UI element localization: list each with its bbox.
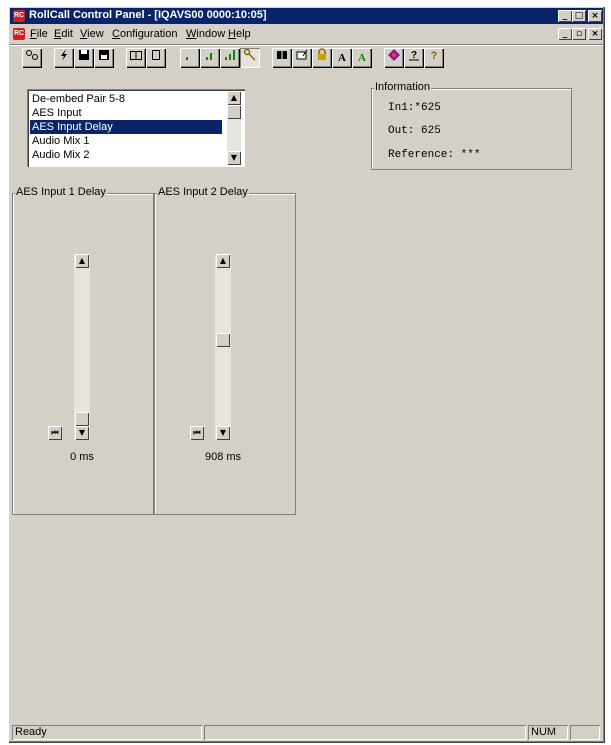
book-icon[interactable] <box>272 48 292 68</box>
list-scroll-thumb[interactable] <box>227 105 241 119</box>
menu-view[interactable]: View <box>80 28 104 40</box>
aes-input-1-delay-slider[interactable]: ▲ ▼ <box>74 254 90 440</box>
cascade-windows-icon[interactable] <box>146 48 166 68</box>
svg-text:?: ? <box>431 50 438 62</box>
aes-input-2-delay-slider[interactable]: ▲ ▼ <box>215 254 231 440</box>
status-text: Ready <box>12 725 202 740</box>
minimize-button[interactable]: _ <box>558 10 572 22</box>
child-close-button[interactable]: × <box>588 28 602 40</box>
aes-input-1-delay-title: AES Input 1 Delay <box>15 186 107 198</box>
maximize-button[interactable]: □ <box>572 10 586 22</box>
child-restore-button[interactable]: ▫ <box>572 28 586 40</box>
status-pane-empty <box>204 725 526 740</box>
menu-configuration[interactable]: Configuration <box>112 28 177 40</box>
svg-text:?: ? <box>411 50 417 61</box>
save-all-icon[interactable] <box>94 48 114 68</box>
slider-thumb[interactable] <box>75 412 89 426</box>
network-icon[interactable] <box>22 48 42 68</box>
menu-bar: RC File Edit View Configuration Window H… <box>10 25 603 43</box>
num-lock-indicator: NUM <box>528 725 568 740</box>
menu-file[interactable]: File <box>30 28 48 40</box>
scroll-down-arrow-icon[interactable]: ▼ <box>227 151 241 165</box>
logo-icon[interactable] <box>384 48 404 68</box>
signal-medium-icon[interactable] <box>200 48 220 68</box>
help-topics-icon[interactable]: ? <box>404 48 424 68</box>
lightning-icon[interactable] <box>54 48 74 68</box>
list-item[interactable]: Audio Mix 2 <box>30 148 222 162</box>
context-help-icon[interactable]: ? <box>424 48 444 68</box>
menu-window[interactable]: Window <box>186 28 225 40</box>
output-status-text: Out: 625 <box>388 125 441 137</box>
list-scrollbar[interactable]: ▲ ▼ <box>227 91 241 165</box>
status-pane-scroll <box>570 725 600 740</box>
key-icon[interactable] <box>240 48 260 68</box>
tile-windows-icon[interactable] <box>126 48 146 68</box>
edit-form-icon[interactable] <box>292 48 312 68</box>
main-window: RC RollCall Control Panel - [IQAVS00 000… <box>8 6 605 743</box>
status-bar: Ready NUM <box>10 725 603 741</box>
aes-input-1-delay-value: 0 ms <box>70 451 94 463</box>
rollcall-app-icon[interactable]: RC <box>13 10 25 22</box>
list-item[interactable]: AES Input <box>30 106 222 120</box>
lock-icon[interactable] <box>312 48 332 68</box>
list-item[interactable]: De-embed Pair 5-8 <box>30 92 222 106</box>
reset-to-default-icon[interactable]: ⏮ <box>48 426 62 440</box>
font-color-icon[interactable]: A <box>352 48 372 68</box>
menu-help[interactable]: Help <box>228 28 251 40</box>
signal-low-icon[interactable] <box>180 48 200 68</box>
information-group-title: Information <box>374 81 432 93</box>
slider-up-arrow-icon[interactable]: ▲ <box>216 254 230 268</box>
document-app-icon[interactable]: RC <box>13 28 25 40</box>
aes-input-2-delay-value: 908 ms <box>204 451 242 463</box>
aes-input-2-delay-title: AES Input 2 Delay <box>157 186 249 198</box>
signal-high-icon[interactable] <box>220 48 240 68</box>
toolbar: A A ? ? <box>10 44 603 71</box>
reset-to-default-icon[interactable]: ⏮ <box>190 426 204 440</box>
slider-down-arrow-icon[interactable]: ▼ <box>216 426 230 440</box>
scroll-up-arrow-icon[interactable]: ▲ <box>227 91 241 105</box>
window-title: RollCall Control Panel - [IQAVS00 0000:1… <box>29 9 267 21</box>
title-bar[interactable]: RC RollCall Control Panel - [IQAVS00 000… <box>10 8 603 24</box>
slider-down-arrow-icon[interactable]: ▼ <box>75 426 89 440</box>
reference-status-text: Reference: *** <box>388 149 481 161</box>
close-button[interactable]: × <box>588 10 602 22</box>
slider-thumb[interactable] <box>216 333 230 347</box>
save-icon[interactable] <box>74 48 94 68</box>
font-size-icon[interactable]: A <box>332 48 352 68</box>
parameter-listbox[interactable]: De-embed Pair 5-8 AES Input AES Input De… <box>27 89 245 167</box>
input-status-text: In1:*625 <box>388 102 441 114</box>
menu-edit[interactable]: Edit <box>54 28 73 40</box>
list-item-selected[interactable]: AES Input Delay <box>30 120 222 134</box>
child-minimize-button[interactable]: _ <box>558 28 572 40</box>
list-item[interactable]: Audio Mix 1 <box>30 134 222 148</box>
slider-up-arrow-icon[interactable]: ▲ <box>75 254 89 268</box>
